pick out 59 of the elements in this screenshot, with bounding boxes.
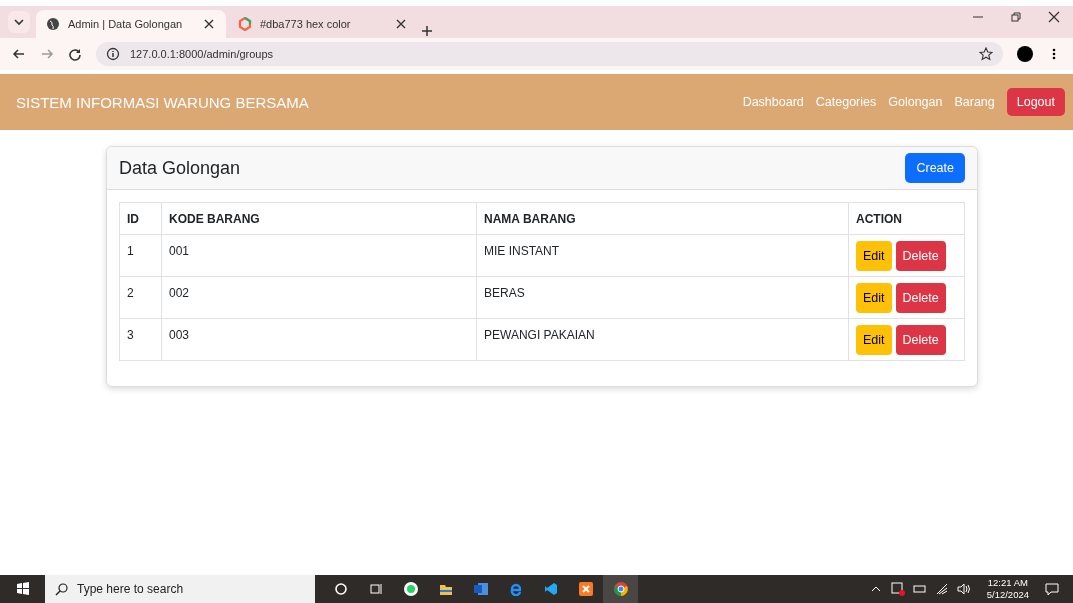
forward-arrow-icon xyxy=(40,47,54,61)
code-editor-icon xyxy=(543,582,558,596)
edit-button[interactable]: Edit xyxy=(856,325,892,355)
info-icon xyxy=(106,47,120,61)
tab-list-button[interactable] xyxy=(8,11,30,33)
table-cell: 003 xyxy=(161,318,477,361)
tab-title: Admin | Data Golongan xyxy=(68,18,184,30)
profile-avatar[interactable] xyxy=(1017,46,1033,62)
taskbar-clock[interactable]: 12:21 AM 5/12/2024 xyxy=(986,577,1029,601)
table-cell: BERAS xyxy=(476,276,849,319)
table-cell: 2 xyxy=(119,276,162,319)
url-text: 127.0.0.1:8000/admin/groups xyxy=(130,48,275,60)
close-icon xyxy=(202,17,216,31)
delete-button[interactable]: Delete xyxy=(895,283,946,313)
table-cell: PEWANGI PAKAIAN xyxy=(476,318,849,361)
server-app-icon xyxy=(578,582,593,596)
logout-button[interactable]: Logout xyxy=(1006,88,1065,116)
task-view-icon xyxy=(368,582,383,596)
search-icon xyxy=(55,582,69,596)
speaker-icon xyxy=(956,582,971,596)
table-cell: 3 xyxy=(119,318,162,361)
restore-icon xyxy=(1009,10,1023,24)
taskbar-search-field[interactable]: Type here to search xyxy=(45,575,315,603)
delete-button[interactable]: Delete xyxy=(895,325,946,355)
table-cell: 1 xyxy=(119,234,162,277)
tab-title: #dba773 hex color xyxy=(260,18,352,30)
table-cell: MIE INSTANT xyxy=(476,234,849,277)
browser-tab[interactable]: Admin | Data Golongan xyxy=(36,10,226,38)
plus-icon xyxy=(420,24,434,38)
circle-icon xyxy=(333,582,348,596)
notification-icon xyxy=(1045,582,1059,596)
star-icon xyxy=(979,47,993,61)
edit-button[interactable]: Edit xyxy=(856,241,892,271)
document-w-icon xyxy=(473,582,488,596)
create-button[interactable]: Create xyxy=(905,153,965,183)
delete-button[interactable]: Delete xyxy=(895,241,946,271)
column-header: ID xyxy=(119,202,162,235)
battery-icon xyxy=(912,582,927,596)
browser-e-icon xyxy=(508,582,523,596)
table-cell: 002 xyxy=(161,276,477,319)
folder-icon xyxy=(438,582,453,596)
clock-date: 5/12/2024 xyxy=(986,589,1029,601)
table-cell: 001 xyxy=(161,234,477,277)
card-title: Data Golongan xyxy=(119,157,241,179)
windows-logo-icon xyxy=(15,582,30,596)
clock-time: 12:21 AM xyxy=(986,577,1029,589)
column-header: KODE BARANG xyxy=(161,202,477,235)
back-arrow-icon xyxy=(12,47,26,61)
hexagon-logo-icon xyxy=(238,17,252,31)
tray-app-icon xyxy=(890,582,905,596)
close-icon xyxy=(394,17,408,31)
column-header: ACTION xyxy=(848,202,965,235)
browser-tab[interactable]: #dba773 hex color xyxy=(228,10,418,38)
reload-icon xyxy=(68,47,82,61)
edit-button[interactable]: Edit xyxy=(856,283,892,313)
chrome-logo-icon xyxy=(613,582,628,596)
column-header: NAMA BARANG xyxy=(476,202,849,235)
address-bar[interactable]: 127.0.0.1:8000/admin/groups xyxy=(96,42,1003,66)
close-icon xyxy=(1047,10,1061,24)
